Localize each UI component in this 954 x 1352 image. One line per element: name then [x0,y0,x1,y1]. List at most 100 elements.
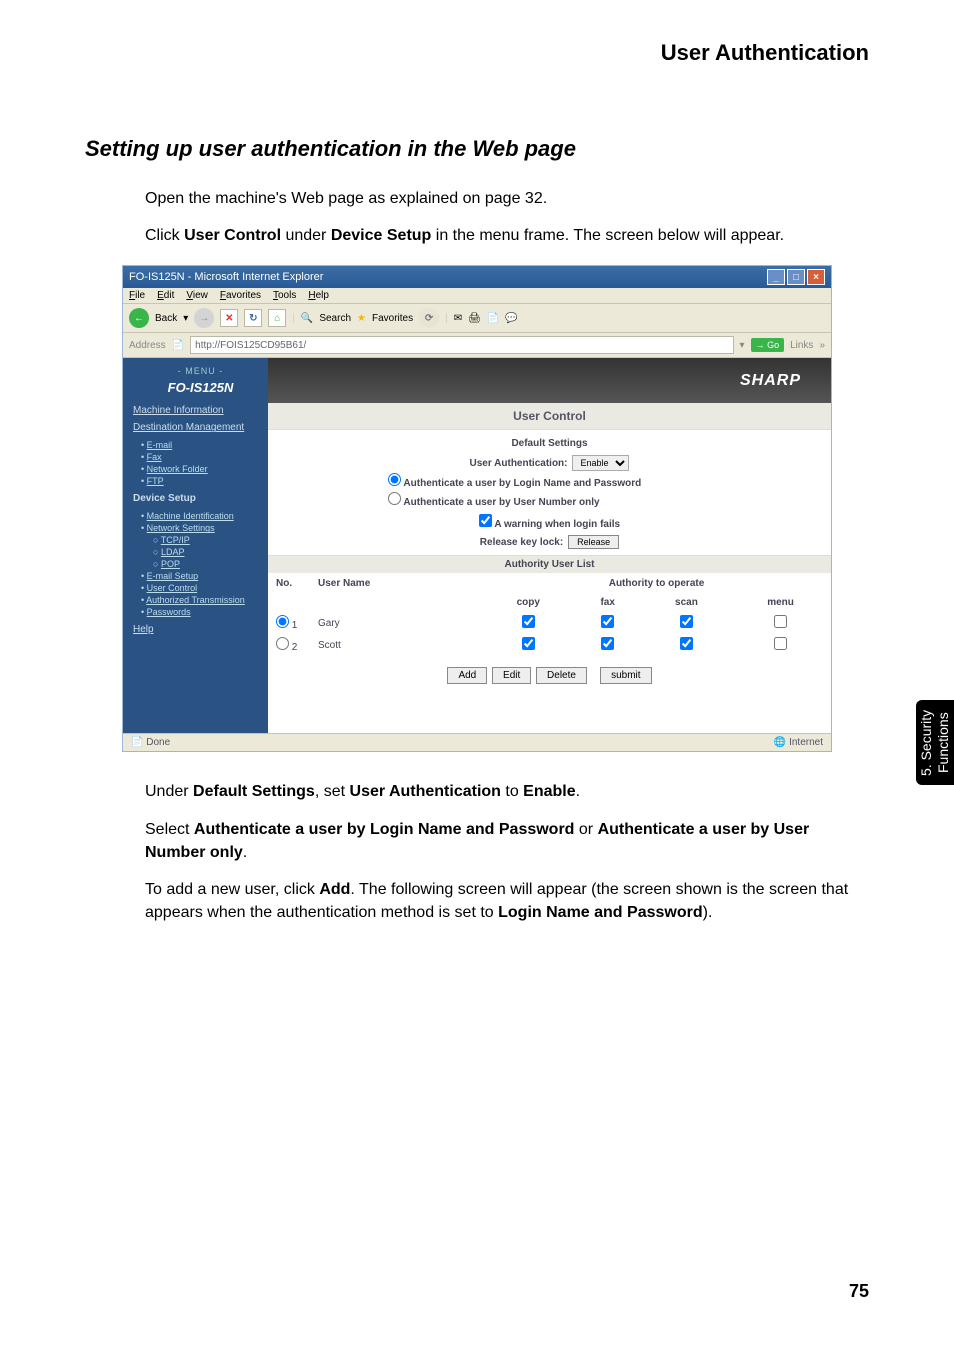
add-button[interactable]: Add [447,667,487,684]
search-icon[interactable]: 🔍 [301,313,313,324]
minimize-button[interactable]: _ [767,269,785,285]
col-copy: copy [484,594,573,611]
sidebar-item-network-settings[interactable]: Network Settings [141,522,268,534]
intro-block: Open the machine's Web page as explained… [0,187,954,247]
edit-button[interactable]: Edit [492,667,531,684]
banner: SHARP [268,358,831,403]
discuss-icon[interactable]: 💬 [505,313,517,324]
address-input[interactable] [190,336,733,354]
menu-favorites[interactable]: Favorites [220,290,261,301]
intro-line-1: Open the machine's Web page as explained… [145,187,869,210]
col-no: No. [270,575,310,592]
chk-copy-2[interactable] [522,637,535,650]
address-dropdown[interactable]: ▾ [740,340,745,351]
sidebar: - MENU - FO-IS125N Machine Information D… [123,358,268,733]
chk-copy-1[interactable] [522,615,535,628]
main-pane: SHARP User Control Default Settings User… [268,358,831,733]
auth-radio-2[interactable]: Authenticate a user by User Number only [388,497,600,508]
toolbar: ← Back ▾ → ✕ ↻ ⌂ | 🔍 Search ★ Favorites … [123,304,831,333]
chapter-tab: 5. Security Functions [916,700,954,785]
stop-button[interactable]: ✕ [220,309,238,327]
intro-line-2: Click User Control under Device Setup in… [145,224,869,247]
search-label: Search [319,313,351,324]
print-icon[interactable]: 🖨 [468,313,481,324]
menu-file[interactable]: File [129,290,145,301]
user-table: No. User Name Authority to operate copy … [268,573,831,657]
go-button[interactable]: → Go [751,338,785,352]
edit-icon[interactable]: 📄 [487,313,499,324]
back-button[interactable]: ← [129,308,149,328]
titlebar: FO-IS125N - Microsoft Internet Explorer … [123,266,831,288]
panel-title: User Control [268,403,831,430]
window-title: FO-IS125N - Microsoft Internet Explorer [129,271,323,283]
status-zone: Internet [789,737,823,748]
sidebar-item-network-folder[interactable]: Network Folder [141,463,268,475]
ua-select[interactable]: Enable [572,455,629,471]
ua-label: User Authentication: [470,458,568,469]
sidebar-item-user-control[interactable]: User Control [141,582,268,594]
forward-button[interactable]: → [194,308,214,328]
globe-icon: 🌐 [774,737,786,748]
row-select-1[interactable] [276,615,289,628]
submit-button[interactable]: submit [600,667,651,684]
col-name: User Name [312,575,482,592]
sharp-logo: SHARP [740,372,801,390]
col-scan: scan [643,594,730,611]
chk-fax-1[interactable] [601,615,614,628]
default-settings-heading: Default Settings [268,434,831,453]
sidebar-item-pop[interactable]: POP [141,558,268,570]
table-row[interactable]: 2 Scott [270,635,829,655]
mail-icon[interactable]: ✉ [454,313,462,324]
delete-button[interactable]: Delete [536,667,587,684]
table-row[interactable]: 1 Gary [270,613,829,633]
history-button[interactable]: ⟳ [419,308,439,328]
sidebar-item-ftp[interactable]: FTP [141,475,268,487]
warning-checkbox[interactable]: A warning when login fails [479,519,620,530]
menu-edit[interactable]: Edit [157,290,174,301]
button-bar: Add Edit Delete submit [268,657,831,694]
menu-view[interactable]: View [186,290,208,301]
sidebar-item-tcpip[interactable]: TCP/IP [141,534,268,546]
sidebar-item-email-setup[interactable]: E-mail Setup [141,570,268,582]
menu-help[interactable]: Help [308,290,329,301]
sidebar-item-ldap[interactable]: LDAP [141,546,268,558]
sidebar-dest-mgmt[interactable]: Destination Management [133,422,268,433]
back-label: Back [155,313,177,324]
favorites-icon[interactable]: ★ [357,313,366,324]
close-button[interactable]: × [807,269,825,285]
sidebar-item-passwords[interactable]: Passwords [141,606,268,618]
sidebar-item-fax[interactable]: Fax [141,451,268,463]
page-number: 75 [849,1281,869,1302]
sidebar-device-setup[interactable]: Device Setup [133,493,268,504]
chk-scan-2[interactable] [680,637,693,650]
page-header: User Authentication [0,0,954,66]
authority-list-heading: Authority User List [268,555,831,573]
chk-menu-1[interactable] [774,615,787,628]
sidebar-help[interactable]: Help [133,624,268,635]
maximize-button[interactable]: □ [787,269,805,285]
sidebar-machine-info[interactable]: Machine Information [133,405,268,416]
chk-menu-2[interactable] [774,637,787,650]
auth-radio-1[interactable]: Authenticate a user by Login Name and Pa… [388,478,641,489]
addressbar: Address 📄 ▾ → Go Links » [123,333,831,358]
done-icon: 📄 [131,737,143,748]
col-auth: Authority to operate [484,575,829,592]
sidebar-item-machine-id[interactable]: Machine Identification [141,510,268,522]
col-menu: menu [732,594,829,611]
menubar[interactable]: File Edit View Favorites Tools Help [123,288,831,304]
post-screenshot-text: Under Default Settings, set User Authent… [0,780,954,924]
links-label[interactable]: Links [790,340,813,351]
address-label: Address [129,340,166,351]
sidebar-item-email[interactable]: E-mail [141,439,268,451]
refresh-button[interactable]: ↻ [244,309,262,327]
home-button[interactable]: ⌂ [268,309,286,327]
chk-fax-2[interactable] [601,637,614,650]
menu-tools[interactable]: Tools [273,290,296,301]
chk-scan-1[interactable] [680,615,693,628]
row-select-2[interactable] [276,637,289,650]
col-fax: fax [575,594,641,611]
favorites-label: Favorites [372,313,413,324]
status-done: Done [146,737,170,748]
sidebar-item-authorized[interactable]: Authorized Transmission [141,594,268,606]
release-button[interactable]: Release [568,535,619,549]
